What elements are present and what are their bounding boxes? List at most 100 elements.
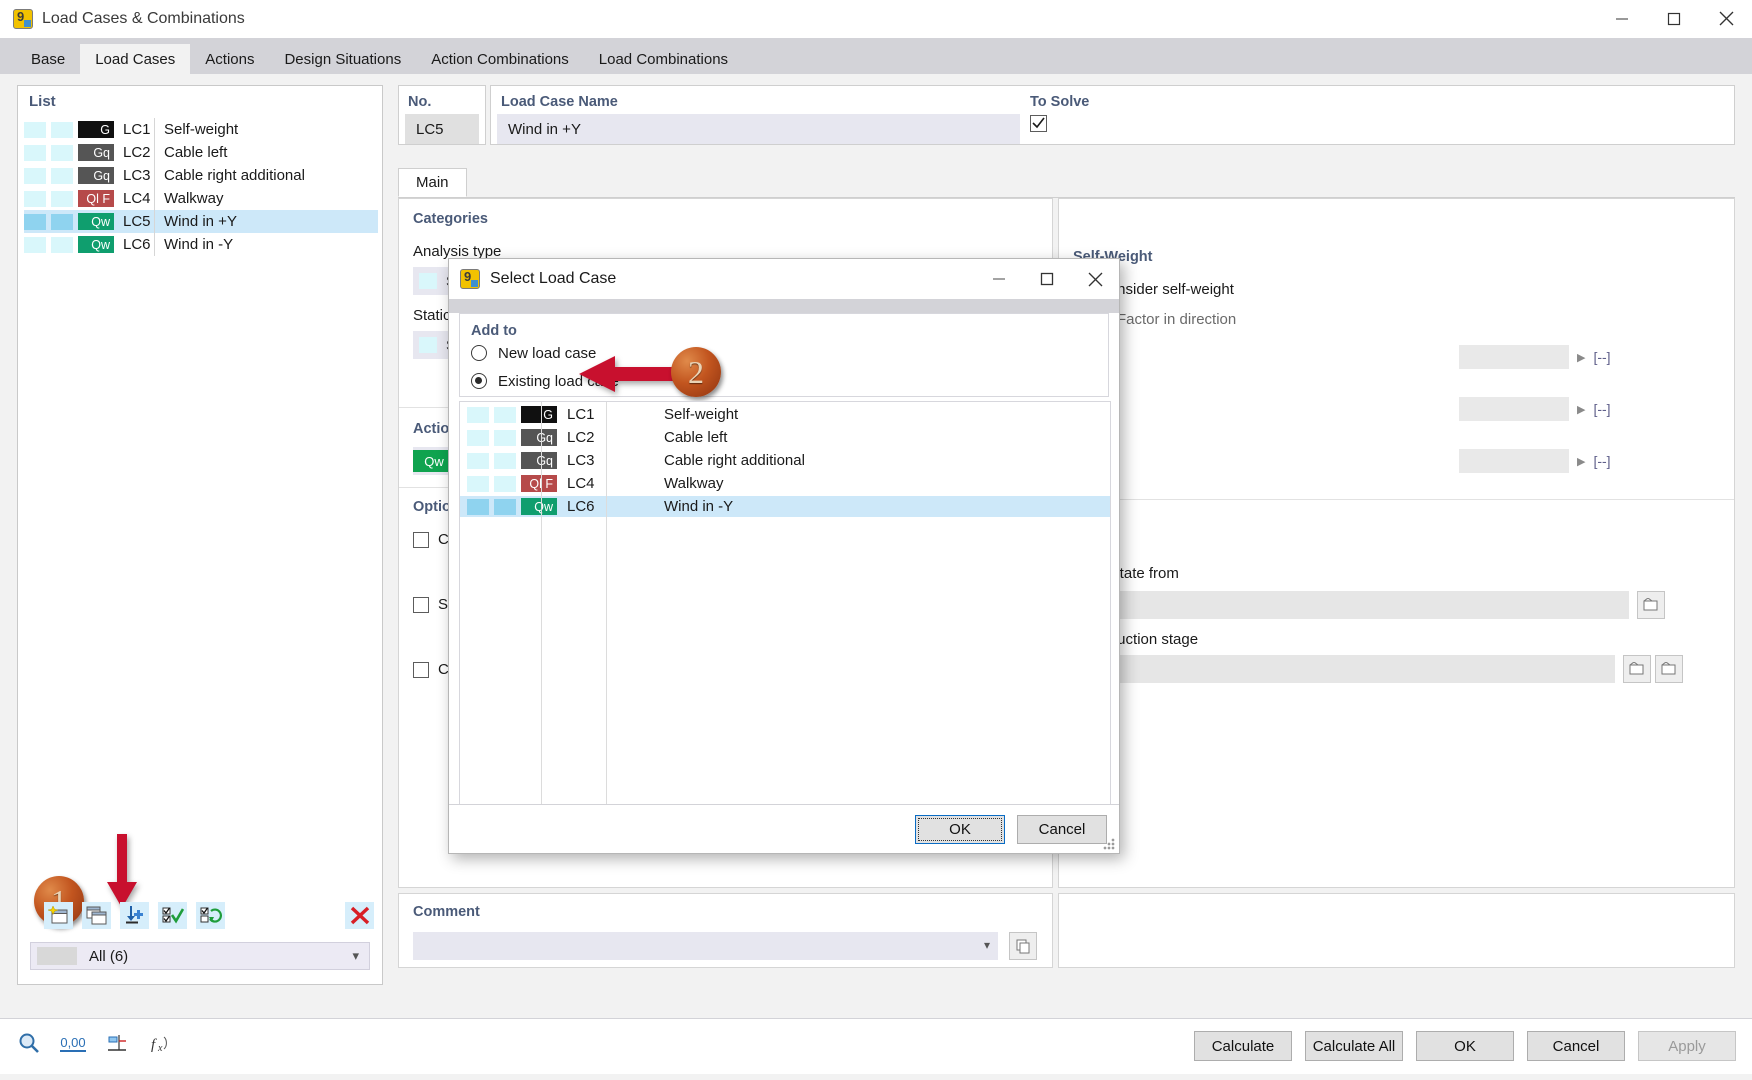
load-case-number: LC1 <box>123 121 151 138</box>
structure-modification-checkbox[interactable] <box>413 596 429 613</box>
tab-base[interactable]: Base <box>16 44 80 74</box>
minimize-icon[interactable] <box>1596 0 1648 38</box>
construction-stage-new-icon[interactable] <box>1655 655 1683 683</box>
color-swatch-a <box>24 213 46 230</box>
comment-input[interactable] <box>413 932 998 960</box>
tab-action-combinations[interactable]: Action Combinations <box>416 44 584 74</box>
red-x-icon[interactable] <box>345 901 374 929</box>
annotation-arrow-left-2 <box>579 354 685 398</box>
construction-stage-combo[interactable] <box>1073 655 1615 683</box>
load-case-name: Cable left <box>664 429 728 446</box>
dialog-cancel-button[interactable]: Cancel <box>1017 814 1107 844</box>
list-filter-combo[interactable]: All (6) ▾ <box>30 942 370 970</box>
dialog-load-case-list: G LC1 Self-weight Gq LC2 Cable left Gq L… <box>459 401 1111 805</box>
list-item[interactable]: Ql F LC4 Walkway <box>460 473 1110 494</box>
close-icon[interactable] <box>1700 0 1752 38</box>
category-badge: Gq <box>78 167 114 184</box>
load-case-name: Wind in +Y <box>164 213 237 230</box>
decimals-label: 0,00 <box>60 1034 86 1052</box>
new-load-case-radio[interactable] <box>471 345 487 361</box>
factor-direction-label: Factor in direction <box>1117 311 1237 328</box>
calculate-critical-load-checkbox[interactable] <box>413 661 429 678</box>
list-item[interactable]: G LC1 Self-weight <box>460 404 1110 425</box>
categories-title: Categories <box>413 211 488 227</box>
filter-color-swatch <box>37 947 77 965</box>
column-divider <box>606 402 607 804</box>
existing-load-case-radio[interactable] <box>471 373 487 389</box>
copy-icon[interactable] <box>1009 932 1037 960</box>
checklist-check-icon[interactable] <box>158 901 187 929</box>
tab-design-situations[interactable]: Design Situations <box>269 44 416 74</box>
table-row[interactable]: Ql F LC4 Walkway <box>24 187 378 210</box>
dialog-ok-button[interactable]: OK <box>915 814 1005 844</box>
annotation-badge-2: 2 <box>671 347 721 397</box>
color-swatch-b <box>51 121 73 138</box>
load-case-number: LC5 <box>123 213 151 230</box>
list-item[interactable]: Gq LC3 Cable right additional <box>460 450 1110 471</box>
color-swatch-a <box>467 498 489 515</box>
decimals-icon[interactable]: 0,00 <box>58 1029 88 1057</box>
table-row-selected[interactable]: Qw LC5 Wind in +Y <box>24 210 378 233</box>
units-icon[interactable] <box>102 1029 132 1057</box>
no-value[interactable]: LC5 <box>405 114 479 144</box>
spinner-x-icon[interactable]: ▶ <box>1577 351 1585 364</box>
new-load-case-option[interactable]: New load case <box>460 339 1108 367</box>
factor-x-input[interactable] <box>1459 345 1569 369</box>
load-case-name: Wind in -Y <box>664 498 734 515</box>
dialog-grey-strip <box>449 299 1119 313</box>
table-row[interactable]: Qw LC6 Wind in -Y <box>24 233 378 256</box>
list-item[interactable]: Gq LC2 Cable left <box>460 427 1110 448</box>
self-weight-column: Self-Weight Consider self-weight Factor … <box>1058 198 1735 888</box>
category-badge: Ql F <box>78 190 114 207</box>
tab-actions[interactable]: Actions <box>190 44 269 74</box>
tab-load-combinations[interactable]: Load Combinations <box>584 44 743 74</box>
load-case-name: Cable left <box>164 144 228 161</box>
maximize-icon[interactable] <box>1648 0 1700 38</box>
load-case-number: LC2 <box>123 144 151 161</box>
load-case-number: LC3 <box>567 452 595 469</box>
factor-y-input[interactable] <box>1459 397 1569 421</box>
close-icon[interactable] <box>1071 259 1119 299</box>
new-window-star-icon[interactable] <box>44 901 73 929</box>
self-weight-row-x: ▶ [--] <box>1459 345 1611 369</box>
checklist-refresh-icon[interactable] <box>196 901 225 929</box>
load-case-number: LC4 <box>567 475 595 492</box>
to-solve-checkbox[interactable] <box>1030 115 1047 132</box>
existing-load-case-option[interactable]: Existing load case <box>460 367 1108 395</box>
list-title: List <box>29 93 56 110</box>
tab-main[interactable]: Main <box>398 168 467 197</box>
category-badge: G <box>78 121 114 138</box>
maximize-icon[interactable] <box>1023 259 1071 299</box>
spinner-z-icon[interactable]: ▶ <box>1577 455 1585 468</box>
magnifier-icon[interactable] <box>14 1029 44 1057</box>
initial-state-combo[interactable] <box>1073 591 1629 619</box>
load-case-name: Walkway <box>164 190 224 207</box>
chevron-down-icon[interactable]: ▾ <box>984 938 990 952</box>
initial-state-picker-icon[interactable] <box>1637 591 1665 619</box>
list-item-selected[interactable]: Qw LC6 Wind in -Y <box>460 496 1110 517</box>
chevron-down-icon[interactable]: ▾ <box>352 948 359 964</box>
tab-load-cases[interactable]: Load Cases <box>80 44 191 74</box>
copy-windows-icon[interactable] <box>82 901 111 929</box>
import-plus-icon[interactable] <box>120 901 149 929</box>
calculate-button[interactable]: Calculate <box>1194 1031 1292 1061</box>
spinner-y-icon[interactable]: ▶ <box>1577 403 1585 416</box>
load-case-number: LC6 <box>123 236 151 253</box>
column-divider <box>154 164 155 187</box>
formula-icon[interactable]: f x <box>146 1029 176 1057</box>
ok-button[interactable]: OK <box>1416 1031 1514 1061</box>
calculate-all-button[interactable]: Calculate All <box>1305 1031 1403 1061</box>
table-row[interactable]: Gq LC3 Cable right additional <box>24 164 378 187</box>
consider-imperfection-checkbox[interactable] <box>413 531 429 548</box>
factor-z-input[interactable] <box>1459 449 1569 473</box>
color-swatch-b <box>51 213 73 230</box>
main-body: List G LC1 Self-weight Gq LC2 Cable left <box>0 74 1752 1034</box>
table-row[interactable]: G LC1 Self-weight <box>24 118 378 141</box>
resize-grip[interactable] <box>1103 838 1115 850</box>
construction-stage-picker-icon[interactable] <box>1623 655 1651 683</box>
comment-panel: Comment ▾ <box>398 893 1053 968</box>
table-row[interactable]: Gq LC2 Cable left <box>24 141 378 164</box>
minimize-icon[interactable] <box>975 259 1023 299</box>
cancel-button[interactable]: Cancel <box>1527 1031 1625 1061</box>
column-divider <box>154 118 155 141</box>
